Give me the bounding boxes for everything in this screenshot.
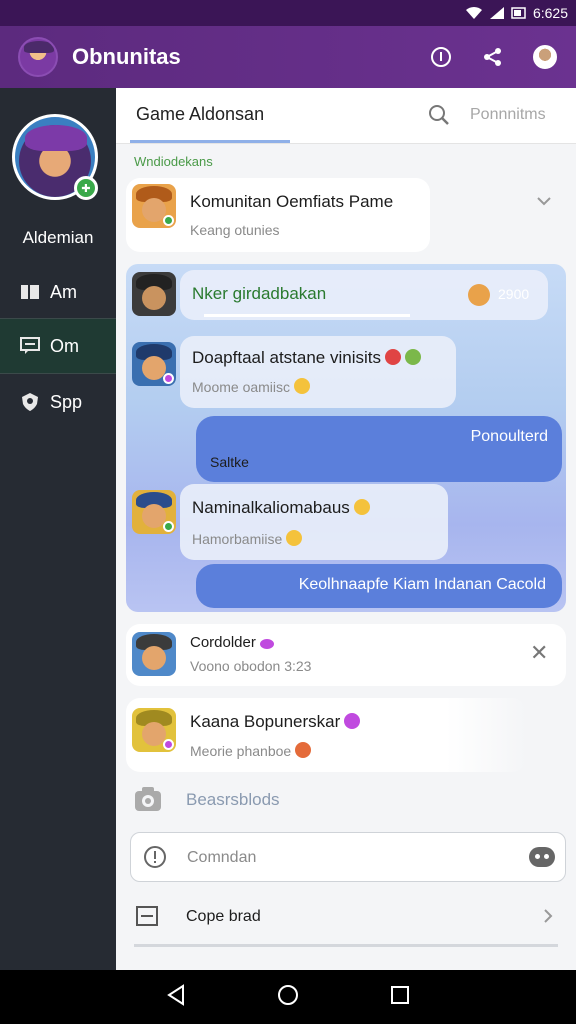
wink-icon	[353, 499, 370, 515]
sidebar-user-name: Aldemian	[22, 228, 94, 247]
recents-icon[interactable]	[390, 985, 410, 1010]
alert-icon	[143, 845, 167, 874]
badge-icon	[344, 713, 361, 729]
screenshots-label[interactable]: Beasrsblods	[186, 790, 280, 810]
message2-sub: Hamorbamiise	[192, 530, 303, 547]
profile-avatar-icon[interactable]	[532, 44, 558, 70]
emoji-icon	[385, 349, 401, 365]
search-input[interactable]: Ponnnitms	[470, 106, 546, 124]
status-time: 6:625	[532, 5, 568, 21]
notification-card[interactable]: Cordolder Voono obodon 3:23 ✕	[126, 624, 566, 686]
signal-icon	[489, 6, 505, 20]
message1-bubble[interactable]: Doapftaal atstane vinisits Moome oamiisc	[180, 336, 456, 408]
chat-icon	[20, 336, 40, 356]
message1-title: Doapftaal atstane vinisits	[192, 348, 421, 368]
reaction-icon	[468, 284, 490, 306]
sidebar-item-am[interactable]: Am	[0, 264, 116, 320]
close-icon[interactable]: ✕	[530, 640, 548, 666]
sidebar-item-label: Om	[50, 335, 79, 356]
bottom-item-label: Cope brad	[186, 908, 261, 925]
sidebar-item-label: Spp	[50, 391, 83, 412]
channel-subtitle: Keang otunies	[190, 222, 280, 238]
clover-icon	[405, 349, 421, 365]
shield-icon	[20, 392, 40, 412]
camera-icon[interactable]	[134, 786, 162, 814]
app-title: Obnunitas	[72, 44, 181, 69]
channel-title: Komunitan Oemfiats Pame	[190, 192, 394, 211]
top-bar: Game Aldonsan Ponnnitms	[116, 88, 576, 144]
home-icon[interactable]	[277, 984, 299, 1011]
reply2-text: Keolhnaapfe Kiam Indanan Cacold	[298, 576, 546, 593]
system-nav-bar	[0, 970, 576, 1024]
sidebar-item-om[interactable]: Om	[0, 318, 116, 374]
typing-indicator	[204, 314, 410, 317]
message1-avatar	[132, 342, 176, 386]
tab-game[interactable]: Game Aldonsan	[136, 104, 264, 125]
contact-subtitle: Meorie phanboe	[190, 742, 312, 759]
message2-title: Naminalkaliomabaus	[192, 498, 370, 518]
battery-icon	[511, 6, 527, 20]
search-icon[interactable]	[428, 104, 450, 126]
channel-card[interactable]: Komunitan Oemfiats Pame Keang otunies	[126, 178, 430, 252]
chat-panel: Nker girdadbakan 2900 Doapftaal atstane …	[126, 264, 566, 612]
wifi-icon	[465, 6, 483, 20]
reply1-bottom: Saltke	[210, 454, 249, 470]
divider	[134, 944, 558, 947]
reply1-bubble[interactable]: Ponoulterd Saltke	[196, 416, 562, 482]
contact-title: Kaana Bopunerskar	[190, 712, 361, 732]
contact-avatar	[132, 708, 176, 752]
status-bar: 6:625	[0, 0, 576, 26]
active-tab-indicator	[130, 140, 290, 143]
share-icon[interactable]	[480, 44, 506, 70]
document-icon	[136, 906, 158, 931]
chat-header-name: Nker girdadbakan	[192, 284, 327, 303]
reply2-bubble[interactable]: Keolhnaapfe Kiam Indanan Cacold	[196, 564, 562, 608]
sidebar-item-spp[interactable]: Spp	[0, 374, 116, 430]
message2-avatar	[132, 490, 176, 534]
chevron-right-icon	[542, 908, 554, 929]
back-icon[interactable]	[166, 983, 186, 1011]
chat-header-count: 2900	[498, 286, 530, 302]
tag-icon	[259, 639, 274, 649]
bottom-list-item[interactable]: Cope brad	[116, 888, 576, 948]
chevron-down-icon[interactable]	[536, 194, 552, 212]
notification-title: Cordolder	[190, 634, 274, 651]
channel-avatar	[132, 184, 176, 228]
online-status-icon: ✚	[74, 176, 98, 200]
notification-avatar	[132, 632, 176, 676]
smile-icon	[286, 530, 303, 546]
section-label: Wndiodekans	[134, 154, 213, 169]
message1-sub: Moome oamiisc	[192, 378, 311, 395]
book-icon	[20, 282, 40, 302]
smile-icon	[295, 742, 312, 758]
main-content: Game Aldonsan Ponnnitms Wndiodekans Komu…	[116, 88, 576, 970]
chat-header-bubble[interactable]: Nker girdadbakan 2900	[180, 270, 548, 320]
sidebar-item-label: Am	[50, 281, 77, 302]
chat-header-avatar	[132, 272, 176, 316]
command-placeholder: Comndan	[187, 849, 257, 866]
contact-card[interactable]: Kaana Bopunerskar Meorie phanboe	[126, 698, 526, 772]
gamepad-icon[interactable]	[529, 847, 555, 867]
info-icon[interactable]	[428, 44, 454, 70]
sidebar: ✚ Aldemian Am Om Spp	[0, 88, 116, 970]
notification-subtitle: Voono obodon 3:23	[190, 658, 312, 674]
command-input[interactable]: Comndan	[130, 832, 566, 882]
message2-bubble[interactable]: Naminalkaliomabaus Hamorbamiise	[180, 484, 448, 560]
reply1-top: Ponoulterd	[470, 428, 548, 445]
smile-icon	[294, 378, 311, 394]
app-bar: Obnunitas	[0, 26, 576, 88]
app-logo-avatar[interactable]	[18, 37, 58, 77]
